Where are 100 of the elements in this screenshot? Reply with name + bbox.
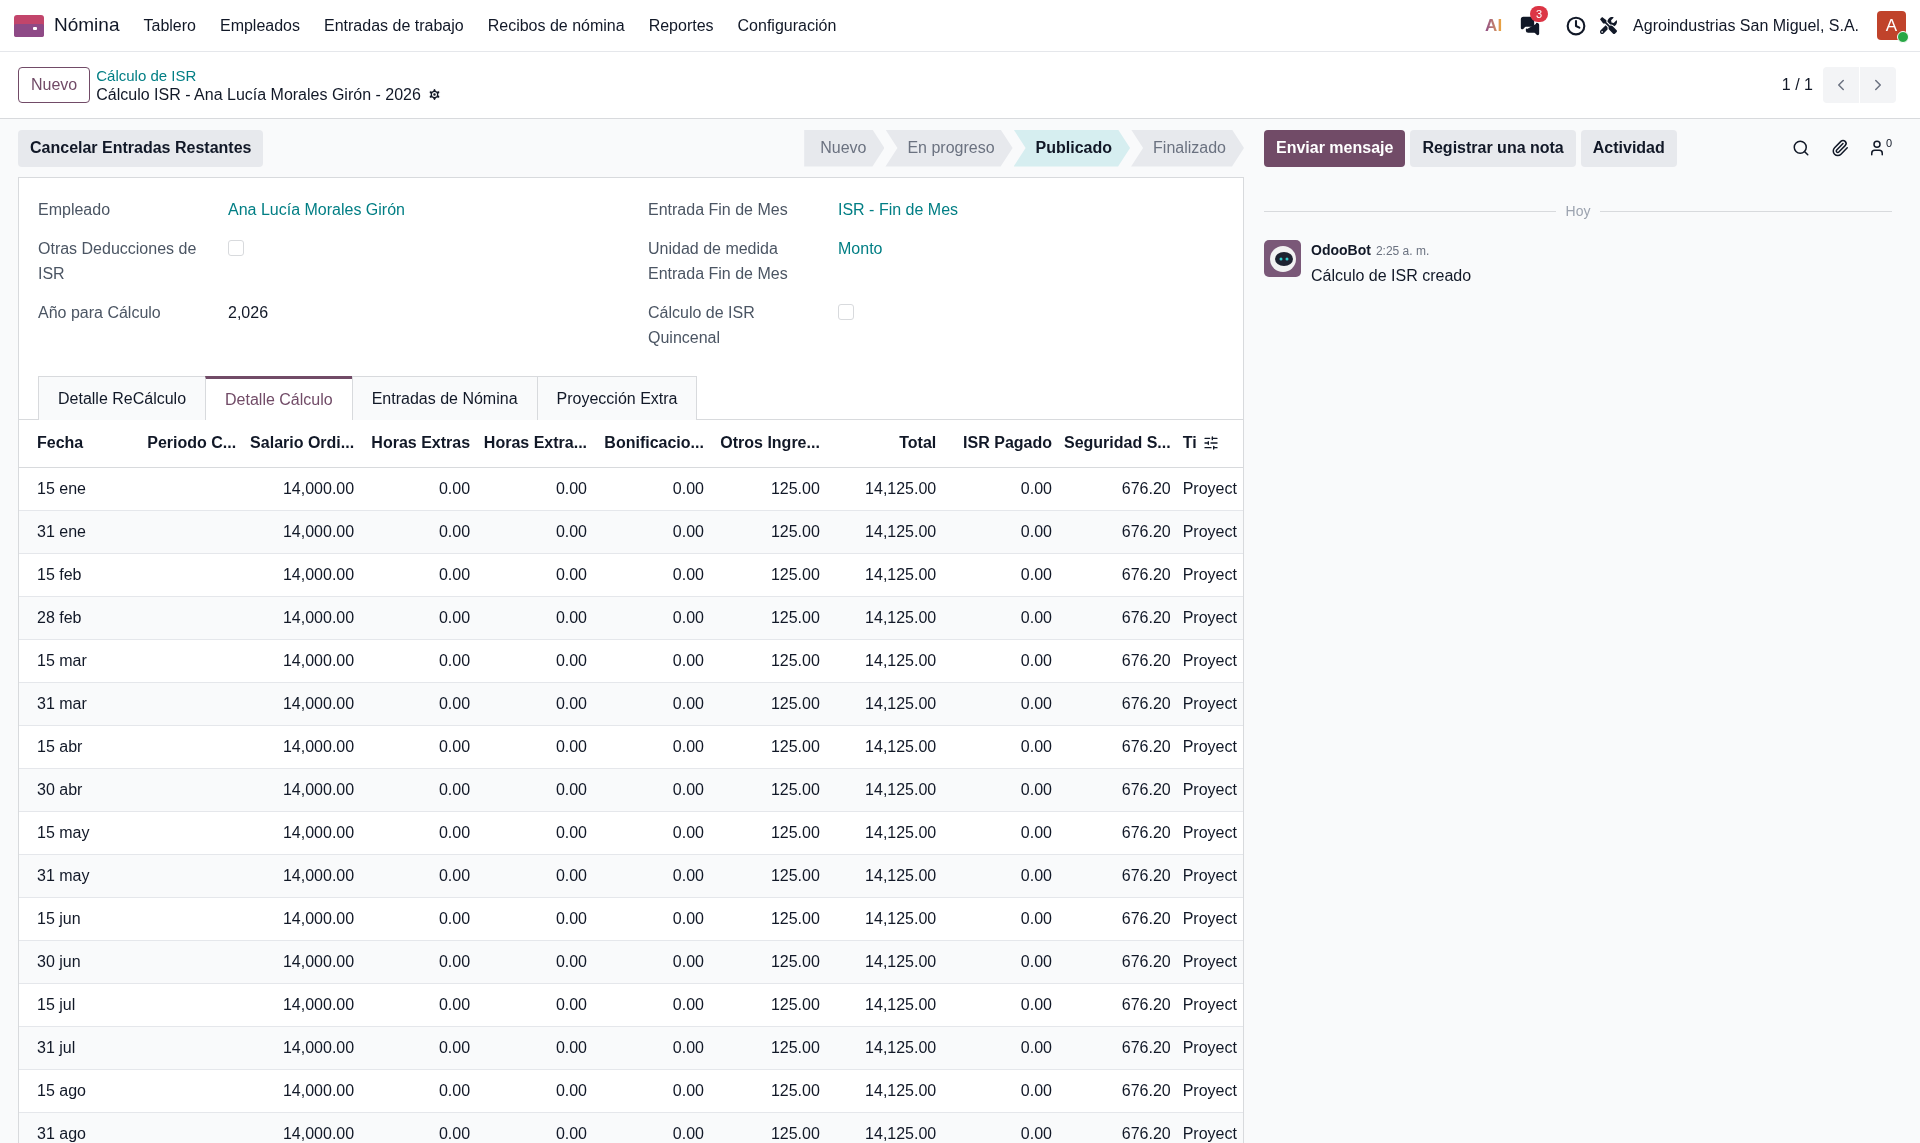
- column-header[interactable]: Salario Ordi...: [250, 434, 355, 452]
- field-label: Otras Deducciones de ISR: [38, 239, 198, 284]
- column-header[interactable]: Fecha: [37, 434, 84, 452]
- table-cell: 0.00: [438, 995, 471, 1013]
- table-cell: 14,125.00: [865, 823, 937, 841]
- date-separator: Hoy: [1564, 202, 1592, 221]
- table-cell: 14,125.00: [865, 479, 937, 497]
- table-cell: 676.20: [1121, 737, 1171, 755]
- table-cell: 0.00: [555, 866, 587, 884]
- table-cell: 0.00: [555, 522, 587, 540]
- status-stage[interactable]: En progreso: [885, 129, 1013, 167]
- new-button[interactable]: Nuevo: [18, 67, 91, 103]
- tools-icon[interactable]: [1600, 17, 1618, 34]
- table-cell: 15 ene: [37, 479, 86, 497]
- table-cell: 0.00: [672, 1081, 704, 1099]
- table-cell: 14,125.00: [865, 608, 937, 626]
- table-cell: 14,000.00: [282, 737, 355, 755]
- app-name[interactable]: Nómina: [54, 11, 120, 40]
- column-header[interactable]: Otros Ingre...: [720, 434, 820, 452]
- column-header[interactable]: Horas Extras: [371, 434, 471, 452]
- table-cell: 0.00: [672, 522, 704, 540]
- table-cell: 0.00: [1020, 823, 1052, 841]
- column-header[interactable]: Seguridad S...: [1064, 434, 1171, 452]
- chatter-button[interactable]: Enviar mensaje: [1264, 129, 1406, 167]
- menu-item[interactable]: Reportes: [648, 13, 714, 38]
- table-cell: 0.00: [1020, 1124, 1052, 1142]
- menu-item[interactable]: Empleados: [219, 13, 300, 38]
- table-cell: 125.00: [770, 909, 820, 927]
- pager-value[interactable]: 1 / 1: [1781, 73, 1813, 97]
- tab[interactable]: Detalle ReCálculo: [38, 376, 207, 420]
- column-header[interactable]: Ti: [1182, 431, 1197, 456]
- table-cell: 31 jul: [37, 1038, 76, 1056]
- column-header[interactable]: ISR Pagado: [963, 434, 1052, 452]
- table-cell: 0.00: [438, 694, 471, 712]
- table-cell: 31 ene: [37, 522, 86, 540]
- checkbox[interactable]: [838, 304, 854, 320]
- table-cell: 0.00: [555, 694, 587, 712]
- table-cell: 0.00: [672, 995, 704, 1013]
- table-cell: 676.20: [1121, 694, 1171, 712]
- company-name[interactable]: Agroindustrias San Miguel, S.A.: [1633, 13, 1859, 38]
- table-cell: 14,000.00: [282, 1081, 355, 1099]
- tab[interactable]: Proyección Extra: [536, 376, 698, 420]
- chatter-button[interactable]: Registrar una nota: [1410, 129, 1576, 167]
- search-icon[interactable]: [1791, 139, 1810, 157]
- table-cell: Proyect: [1182, 1081, 1237, 1099]
- status-stage[interactable]: Finalizado: [1131, 129, 1244, 167]
- tab[interactable]: Entradas de Nómina: [351, 376, 538, 420]
- table-cell: 125.00: [770, 651, 820, 669]
- paperclip-icon[interactable]: [1830, 139, 1849, 157]
- status-stage[interactable]: Publicado: [1013, 129, 1131, 167]
- table-cell: Proyect: [1182, 866, 1237, 884]
- table-cell: 0.00: [672, 780, 704, 798]
- app-logo-icon[interactable]: [14, 14, 44, 37]
- table-cell: Proyect: [1182, 651, 1237, 669]
- column-header[interactable]: Total: [899, 434, 937, 452]
- table-cell: Proyect: [1182, 823, 1237, 841]
- table-cell: 31 may: [37, 866, 90, 884]
- table-cell: 0.00: [1020, 952, 1052, 970]
- table-cell: Proyect: [1182, 565, 1237, 583]
- table-cell: 0.00: [1020, 780, 1052, 798]
- table-cell: 14,125.00: [865, 651, 937, 669]
- table-cell: 676.20: [1121, 608, 1171, 626]
- column-header[interactable]: Bonificacio...: [604, 434, 704, 452]
- field-link[interactable]: Monto: [838, 240, 883, 257]
- table-cell: 0.00: [1020, 1081, 1052, 1099]
- table-cell: 125.00: [770, 694, 820, 712]
- field-label: Cálculo de ISR Quincenal: [648, 303, 756, 348]
- menu-item[interactable]: Configuración: [737, 13, 837, 38]
- table-cell: 14,000.00: [282, 608, 355, 626]
- field-link[interactable]: ISR - Fin de Mes: [838, 201, 959, 218]
- table-cell: 125.00: [770, 479, 820, 497]
- user-avatar[interactable]: A: [1877, 11, 1906, 40]
- breadcrumb-link[interactable]: Cálculo de ISR: [96, 66, 442, 85]
- clock-icon[interactable]: [1566, 15, 1587, 36]
- chatter-button[interactable]: Actividad: [1580, 129, 1677, 167]
- table-cell: 0.00: [438, 479, 471, 497]
- field-link[interactable]: Ana Lucía Morales Girón: [228, 201, 405, 218]
- column-header[interactable]: Periodo C...: [147, 434, 237, 452]
- table-cell: 14,125.00: [865, 737, 937, 755]
- field-label: Entrada Fin de Mes: [648, 200, 789, 220]
- table-cell: 0.00: [555, 737, 587, 755]
- menu-item[interactable]: Tablero: [143, 13, 196, 38]
- tab[interactable]: Detalle Cálculo: [205, 376, 353, 420]
- cancel-entries-button[interactable]: Cancelar Entradas Restantes: [18, 129, 264, 167]
- settings-icon[interactable]: [426, 87, 442, 102]
- table-cell: 676.20: [1121, 1038, 1171, 1056]
- checkbox[interactable]: [228, 240, 244, 256]
- table-cell: 125.00: [770, 1038, 820, 1056]
- table-cell: 676.20: [1121, 995, 1171, 1013]
- menu-item[interactable]: Entradas de trabajo: [324, 13, 464, 38]
- status-stage[interactable]: Nuevo: [804, 129, 885, 167]
- table-cell: 0.00: [672, 565, 704, 583]
- menu-item[interactable]: Recibos de nómina: [487, 13, 625, 38]
- table-cell: 0.00: [1020, 651, 1052, 669]
- table-cell: 14,125.00: [865, 1081, 937, 1099]
- column-header[interactable]: Horas Extra...: [483, 434, 587, 452]
- column-settings-icon[interactable]: [1202, 435, 1219, 452]
- table-cell: 15 abr: [37, 737, 83, 755]
- table-cell: 676.20: [1121, 866, 1171, 884]
- table-cell: 14,000.00: [282, 651, 355, 669]
